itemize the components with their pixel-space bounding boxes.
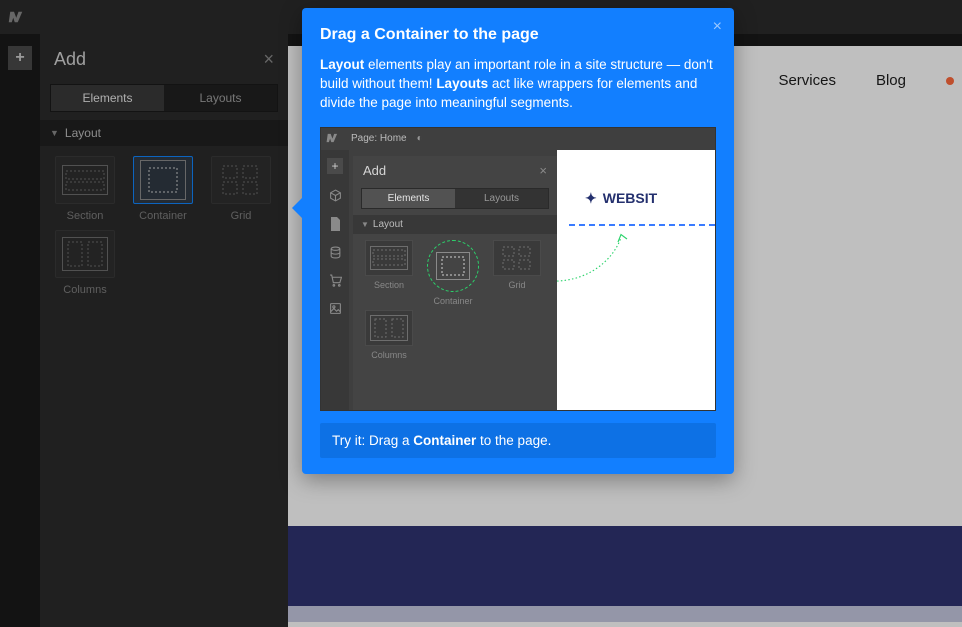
mini-tab-elements: Elements [362,189,455,208]
cube-icon [329,189,342,202]
bubble-title: Drag a Container to the page [320,26,716,44]
mini-item-grid-label: Grid [508,280,525,290]
webflow-logo-icon [326,131,340,145]
cart-icon [329,274,342,287]
layout-item-grid[interactable]: Grid [202,152,280,226]
bubble-body-strong1: Layout [320,57,364,72]
add-panel-title: Add [54,49,86,70]
nav-blog[interactable]: Blog [876,72,906,89]
section-layout-label: Layout [65,126,101,140]
left-tool-rail: + [0,34,40,627]
tutorial-bubble: × Drag a Container to the page Layout el… [302,8,734,474]
close-icon: × [539,163,547,178]
page-hero-band [288,526,962,606]
mini-item-container: Container [421,238,485,308]
mini-add-panel: Add × Elements Layouts ▼ Layout Section [353,156,557,410]
bubble-body: Layout elements play an important role i… [320,56,716,113]
layout-item-container-label: Container [139,210,187,222]
mini-dashed-line [569,224,715,226]
tryit-prefix: Try it: Drag a [332,433,413,448]
layout-item-container[interactable]: Container [124,152,202,226]
tryit-bar: Try it: Drag a Container to the page. [320,423,716,458]
mini-item-section: Section [357,238,421,308]
nav-indicator-icon [946,77,954,85]
layout-item-grid-label: Grid [231,210,252,222]
image-icon [329,302,342,315]
mini-item-columns-label: Columns [371,350,407,360]
tryit-bold: Container [413,433,476,448]
tab-layouts[interactable]: Layouts [164,85,277,111]
tryit-suffix: to the page. [476,433,551,448]
page-icon [329,217,341,231]
mini-item-container-label: Container [433,296,472,306]
mini-item-columns: Columns [357,308,421,362]
mini-section-label: Layout [373,219,403,230]
mini-canvas: ✦ WEBSIT [557,150,715,410]
database-icon [329,246,342,259]
page-sub-band [288,606,962,622]
preview-icon: ◐ [417,133,423,144]
drag-arrow-icon [557,230,715,290]
chevron-down-icon: ▼ [50,128,59,138]
mini-item-section-label: Section [374,280,404,290]
layout-item-columns-label: Columns [63,284,106,296]
page-nav: Services Blog [778,72,954,89]
tutorial-illustration: Page: Home ◐ + Add × [320,127,716,411]
mini-item-grid: Grid [485,238,549,308]
nav-services[interactable]: Services [778,72,836,89]
webflow-logo-icon [8,8,26,26]
mini-tab-layouts: Layouts [455,189,548,208]
add-panel-tabs: Elements Layouts [50,84,278,112]
mini-headline-text: WEBSIT [603,190,657,206]
plus-icon: + [327,158,343,174]
mini-panel-title: Add [363,163,386,178]
layout-items: Section Container Grid [40,146,288,306]
section-layout-header[interactable]: ▼ Layout [40,120,288,146]
chevron-down-icon: ▼ [361,220,369,229]
mini-page-label: Page: Home [351,133,407,144]
layout-item-section[interactable]: Section [46,152,124,226]
add-panel-header: Add × [40,34,288,84]
sparkle-icon: ✦ [585,190,597,207]
add-element-button[interactable]: + [8,46,32,70]
bubble-body-strong2: Layouts [436,76,488,91]
tab-elements[interactable]: Elements [51,85,164,111]
layout-item-section-label: Section [67,210,104,222]
add-panel: Add × Elements Layouts ▼ Layout Section [40,34,288,627]
mini-headline: ✦ WEBSIT [585,190,657,207]
mini-topbar: Page: Home ◐ [321,128,715,150]
close-icon[interactable]: × [713,18,722,36]
mini-rail: + [321,150,349,410]
bubble-pointer-icon [292,198,302,218]
mini-section-header: ▼ Layout [353,215,557,234]
close-icon[interactable]: × [263,49,274,70]
layout-item-columns[interactable]: Columns [46,226,124,300]
